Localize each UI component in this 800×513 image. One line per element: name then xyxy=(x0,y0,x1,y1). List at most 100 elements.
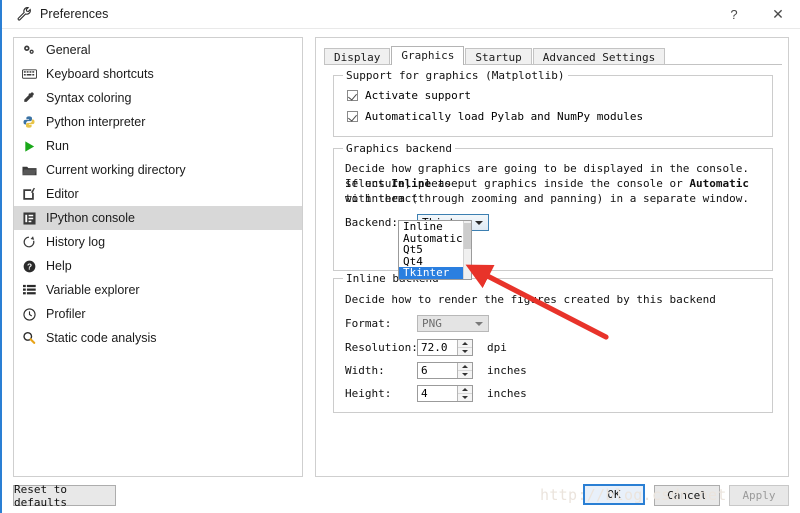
sidebar-item-label: Current working directory xyxy=(46,163,186,177)
tab-strip[interactable]: Display Graphics Startup Advanced Settin… xyxy=(324,46,666,65)
height-value: 4 xyxy=(421,387,428,400)
pencil-square-icon xyxy=(20,186,38,202)
gears-icon xyxy=(20,42,38,58)
wrench-icon xyxy=(16,6,32,22)
sidebar-item-label: Python interpreter xyxy=(46,115,146,129)
backend-desc-middle: to put graphics inside the console or xyxy=(431,177,690,190)
autoload-pylab-checkbox[interactable] xyxy=(347,111,358,122)
sidebar-item-label: Run xyxy=(46,139,69,153)
backend-dropdown-list[interactable]: Inline Automatic Qt5 Qt4 Tkinter xyxy=(398,220,472,280)
sidebar-item-label: Static code analysis xyxy=(46,331,157,345)
format-field-label: Format: xyxy=(345,317,392,330)
sidebar-item-keyboard-shortcuts[interactable]: Keyboard shortcuts xyxy=(14,62,302,86)
sidebar-item-python-interpreter[interactable]: Python interpreter xyxy=(14,110,302,134)
height-field-label: Height: xyxy=(345,387,392,400)
activate-support-label: Activate support xyxy=(365,89,471,102)
activate-support-checkbox-row[interactable]: Activate support xyxy=(347,89,471,102)
chevron-down-icon xyxy=(475,321,483,326)
stepper-up-icon[interactable] xyxy=(458,340,472,348)
preferences-content-panel: Display Graphics Startup Advanced Settin… xyxy=(315,37,789,477)
height-spinbox[interactable]: 4 xyxy=(417,385,473,402)
width-stepper[interactable] xyxy=(457,363,472,378)
backend-desc-automatic: Automatic xyxy=(689,177,749,190)
watermark-text: http://blog.csdn.net xyxy=(540,486,727,504)
resolution-unit: dpi xyxy=(487,341,507,354)
sidebar-item-label: Help xyxy=(46,259,72,273)
stepper-down-icon[interactable] xyxy=(458,371,472,378)
magnifier-icon xyxy=(20,330,38,346)
sidebar-item-editor[interactable]: Editor xyxy=(14,182,302,206)
activate-support-checkbox[interactable] xyxy=(347,90,358,101)
height-field-row: Height: 4 inches xyxy=(345,385,527,402)
format-combobox[interactable]: PNG xyxy=(417,315,489,332)
resolution-field-row: Resolution: 72.0 dpi xyxy=(345,339,507,356)
backend-desc-select: select xyxy=(345,177,392,190)
help-button[interactable]: ? xyxy=(712,0,756,28)
sidebar-item-profiler[interactable]: Profiler xyxy=(14,302,302,326)
title-bar-buttons: ? ✕ xyxy=(712,0,800,28)
sidebar-item-current-working-directory[interactable]: Current working directory xyxy=(14,158,302,182)
tab-graphics[interactable]: Graphics xyxy=(391,46,465,65)
support-for-graphics-group: Support for graphics (Matplotlib) Activa… xyxy=(333,69,773,137)
tab-advanced-settings[interactable]: Advanced Settings xyxy=(532,48,666,65)
sidebar-item-label: Syntax coloring xyxy=(46,91,132,105)
sidebar-item-static-code-analysis[interactable]: Static code analysis xyxy=(14,326,302,350)
dropdown-option-inline[interactable]: Inline xyxy=(399,221,471,233)
height-stepper[interactable] xyxy=(457,386,472,401)
window-title: Preferences xyxy=(40,7,109,21)
reset-to-defaults-button[interactable]: Reset to defaults xyxy=(13,483,116,509)
sidebar-item-general[interactable]: General xyxy=(14,38,302,62)
format-field-row: Format: PNG xyxy=(345,315,489,332)
play-icon xyxy=(20,138,38,154)
format-combobox-value: PNG xyxy=(422,317,442,330)
sidebar-item-label: History log xyxy=(46,235,106,249)
chevron-down-icon xyxy=(475,220,483,225)
svg-text:?: ? xyxy=(26,261,31,271)
close-icon[interactable]: ✕ xyxy=(756,0,800,28)
resolution-value: 72.0 xyxy=(421,341,448,354)
folder-icon xyxy=(20,162,38,178)
dropdown-option-tkinter[interactable]: Tkinter xyxy=(399,267,471,279)
inline-backend-group: Inline backend Decide how to render the … xyxy=(333,272,773,413)
table-icon xyxy=(20,282,38,298)
autoload-pylab-label: Automatically load Pylab and NumPy modul… xyxy=(365,110,644,123)
eyedropper-icon xyxy=(20,90,38,106)
support-group-title: Support for graphics (Matplotlib) xyxy=(343,69,568,82)
dropdown-option-qt5[interactable]: Qt5 xyxy=(399,244,471,256)
keyboard-icon xyxy=(20,66,38,82)
backend-desc-inline: Inline xyxy=(391,177,432,190)
sidebar-item-variable-explorer[interactable]: Variable explorer xyxy=(14,278,302,302)
stepper-down-icon[interactable] xyxy=(458,394,472,401)
stepper-down-icon[interactable] xyxy=(458,348,472,355)
autoload-pylab-checkbox-row[interactable]: Automatically load Pylab and NumPy modul… xyxy=(347,110,643,123)
preferences-window: Preferences ? ✕ General Keyboard shortcu… xyxy=(0,0,800,513)
history-icon xyxy=(20,234,38,250)
sidebar-item-label: Editor xyxy=(46,187,79,201)
resolution-stepper[interactable] xyxy=(457,340,472,355)
stepper-up-icon[interactable] xyxy=(458,386,472,394)
sidebar-item-label: Profiler xyxy=(46,307,86,321)
width-unit: inches xyxy=(487,364,527,377)
width-field-row: Width: 6 inches xyxy=(345,362,527,379)
stepper-up-icon[interactable] xyxy=(458,363,472,371)
tab-startup[interactable]: Startup xyxy=(465,48,532,65)
sidebar-item-syntax-coloring[interactable]: Syntax coloring xyxy=(14,86,302,110)
width-value: 6 xyxy=(421,364,428,377)
width-spinbox[interactable]: 6 xyxy=(417,362,473,379)
sidebar-item-label: Keyboard shortcuts xyxy=(46,67,154,81)
apply-button[interactable]: Apply xyxy=(729,485,789,506)
sidebar-item-help[interactable]: ? Help xyxy=(14,254,302,278)
sidebar-item-label: Variable explorer xyxy=(46,283,140,297)
sidebar-item-history-log[interactable]: History log xyxy=(14,230,302,254)
width-field-label: Width: xyxy=(345,364,385,377)
backend-group-title: Graphics backend xyxy=(343,142,455,155)
dropdown-scrollbar-thumb[interactable] xyxy=(464,223,471,249)
sidebar-item-ipython-console[interactable]: IPython console xyxy=(14,206,302,230)
sidebar-item-run[interactable]: Run xyxy=(14,134,302,158)
inline-description: Decide how to render the figures created… xyxy=(345,293,716,306)
preferences-category-list[interactable]: General Keyboard shortcuts Syntax colori… xyxy=(13,37,303,477)
tab-display[interactable]: Display xyxy=(324,48,391,65)
backend-description-line3: with them (through zooming and panning) … xyxy=(345,192,749,205)
resolution-spinbox[interactable]: 72.0 xyxy=(417,339,473,356)
dropdown-scrollbar[interactable] xyxy=(463,221,471,279)
